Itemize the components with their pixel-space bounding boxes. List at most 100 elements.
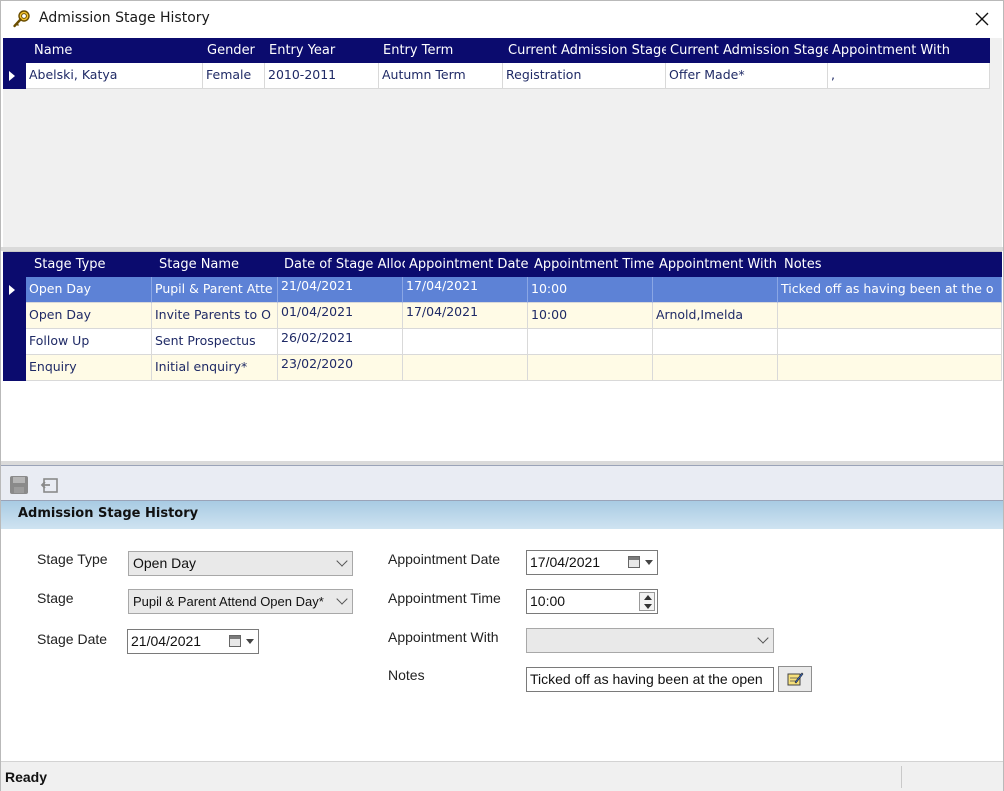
cell-notes[interactable] (778, 303, 1002, 329)
status-bar: Ready (1, 761, 1003, 791)
table-row[interactable]: Abelski, Katya Female 2010-2011 Autumn T… (3, 63, 990, 89)
cell-date-of-stage[interactable]: 23/02/2020 (278, 355, 403, 381)
stage-type-select[interactable]: Open Day (128, 551, 353, 576)
column-header-stage-name[interactable]: Stage Name (155, 252, 280, 277)
cell-stage-type[interactable]: Open Day (26, 277, 152, 303)
stage-type-value: Open Day (133, 555, 197, 571)
row-selector[interactable] (3, 355, 26, 381)
row-selector[interactable] (3, 303, 26, 329)
cell-gender[interactable]: Female (203, 63, 265, 89)
cell-date-of-stage[interactable]: 26/02/2021 (278, 329, 403, 355)
table-row[interactable]: Enquiry Initial enquiry* 23/02/2020 (3, 355, 1002, 381)
cell-stage-type[interactable]: Open Day (26, 303, 152, 329)
cell-notes[interactable]: Ticked off as having been at the o (778, 277, 1002, 303)
column-header-appointment-time[interactable]: Appointment Time (530, 252, 655, 277)
appointment-time-input[interactable]: 10:00 (526, 589, 658, 614)
column-header-current-stage[interactable]: Current Admission Stage (504, 38, 666, 63)
notes-input[interactable]: Ticked off as having been at the open (526, 667, 774, 692)
appointment-with-label: Appointment With (388, 629, 499, 645)
table-row[interactable]: Open Day Pupil & Parent Atte 21/04/2021 … (3, 277, 1002, 303)
cell-current-stage-2[interactable]: Offer Made* (666, 63, 828, 89)
cell-appointment-time[interactable] (528, 329, 653, 355)
window-title: Admission Stage History (39, 10, 210, 26)
stage-date-label: Stage Date (37, 631, 108, 647)
cell-appointment-time[interactable] (528, 355, 653, 381)
cell-appointment-with[interactable] (653, 329, 778, 355)
cell-stage-type[interactable]: Enquiry (26, 355, 152, 381)
spin-down-icon[interactable] (644, 604, 652, 609)
status-divider (901, 766, 902, 788)
cell-appointment-date[interactable] (403, 355, 528, 381)
save-icon[interactable] (9, 475, 29, 495)
close-button[interactable] (963, 5, 1001, 33)
chevron-down-icon (757, 632, 769, 644)
cell-stage-name[interactable]: Initial enquiry* (152, 355, 278, 381)
cell-current-stage[interactable]: Registration (503, 63, 666, 89)
current-row-arrow-icon (9, 71, 15, 81)
row-selector[interactable] (3, 329, 26, 355)
stage-history-grid: Stage Type Stage Name Date of Stage Allo… (3, 251, 1002, 461)
admission-stage-history-window: Admission Stage History Name Gender Entr… (0, 0, 1004, 791)
appointment-date-value: 17/04/2021 (530, 554, 601, 570)
panel-header: Admission Stage History (1, 501, 1003, 529)
table-row[interactable]: Open Day Invite Parents to O 01/04/2021 … (3, 303, 1002, 329)
current-row-arrow-icon (9, 285, 15, 295)
cell-entry-year[interactable]: 2010-2011 (265, 63, 379, 89)
cell-date-of-stage[interactable]: 21/04/2021 (278, 277, 403, 303)
column-header-appointment-with[interactable]: Appointment With (828, 38, 990, 63)
row-selector[interactable] (3, 277, 26, 303)
column-header-entry-year[interactable]: Entry Year (265, 38, 379, 63)
calendar-icon[interactable] (628, 556, 640, 568)
calendar-icon[interactable] (229, 635, 241, 647)
column-header-appointment-with[interactable]: Appointment With (655, 252, 780, 277)
title-bar: Admission Stage History (1, 1, 1003, 37)
appointment-date-label: Appointment Date (388, 551, 501, 567)
column-header-notes[interactable]: Notes (780, 252, 1002, 277)
column-header-current-stage-2[interactable]: Current Admission Stage (666, 38, 828, 63)
cell-appointment-with[interactable] (653, 355, 778, 381)
cell-name[interactable]: Abelski, Katya (26, 63, 203, 89)
cell-appointment-with[interactable]: Arnold,Imelda (653, 303, 778, 329)
cell-stage-name[interactable]: Pupil & Parent Atte (152, 277, 278, 303)
pupil-grid: Name Gender Entry Year Entry Term Curren… (3, 38, 1002, 247)
stage-select[interactable]: Pupil & Parent Attend Open Day* (128, 589, 353, 614)
table-row[interactable]: Follow Up Sent Prospectus 26/02/2021 (3, 329, 1002, 355)
dropdown-arrow-icon[interactable] (246, 639, 254, 644)
cell-notes[interactable] (778, 355, 1002, 381)
stage-date-value: 21/04/2021 (131, 633, 202, 649)
cell-stage-type[interactable]: Follow Up (26, 329, 152, 355)
stage-grid-header: Stage Type Stage Name Date of Stage Allo… (3, 252, 1002, 277)
status-text: Ready (5, 769, 48, 785)
column-header-appointment-date[interactable]: Appointment Date (405, 252, 530, 277)
dropdown-arrow-icon[interactable] (645, 560, 653, 565)
pupil-grid-empty-area (3, 89, 990, 247)
cell-appointment-date[interactable]: 17/04/2021 (403, 277, 528, 303)
row-selector[interactable] (3, 63, 26, 89)
column-header-name[interactable]: Name (30, 38, 203, 63)
cell-appointment-date[interactable] (403, 329, 528, 355)
panel-title: Admission Stage History (18, 506, 199, 521)
cell-appointment-time[interactable]: 10:00 (528, 277, 653, 303)
spin-up-icon[interactable] (644, 595, 652, 600)
cell-notes[interactable] (778, 329, 1002, 355)
column-header-stage-type[interactable]: Stage Type (30, 252, 155, 277)
cell-appointment-with[interactable]: , (828, 63, 990, 89)
time-spinner[interactable] (639, 592, 655, 611)
column-header-date-of-stage[interactable]: Date of Stage Alloc (280, 252, 405, 277)
column-header-gender[interactable]: Gender (203, 38, 265, 63)
appointment-date-picker[interactable]: 17/04/2021 (526, 550, 658, 575)
appointment-with-select[interactable] (526, 628, 774, 653)
cell-appointment-time[interactable]: 10:00 (528, 303, 653, 329)
notes-edit-button[interactable] (778, 666, 812, 692)
cell-appointment-with[interactable] (653, 277, 778, 303)
cell-entry-term[interactable]: Autumn Term (379, 63, 503, 89)
stage-date-picker[interactable]: 21/04/2021 (127, 629, 259, 654)
stage-type-label: Stage Type (37, 551, 108, 567)
pupil-grid-header: Name Gender Entry Year Entry Term Curren… (3, 38, 990, 63)
cell-stage-name[interactable]: Invite Parents to O (152, 303, 278, 329)
undo-icon[interactable] (39, 475, 59, 495)
cell-appointment-date[interactable]: 17/04/2021 (403, 303, 528, 329)
cell-stage-name[interactable]: Sent Prospectus (152, 329, 278, 355)
column-header-entry-term[interactable]: Entry Term (379, 38, 503, 63)
cell-date-of-stage[interactable]: 01/04/2021 (278, 303, 403, 329)
